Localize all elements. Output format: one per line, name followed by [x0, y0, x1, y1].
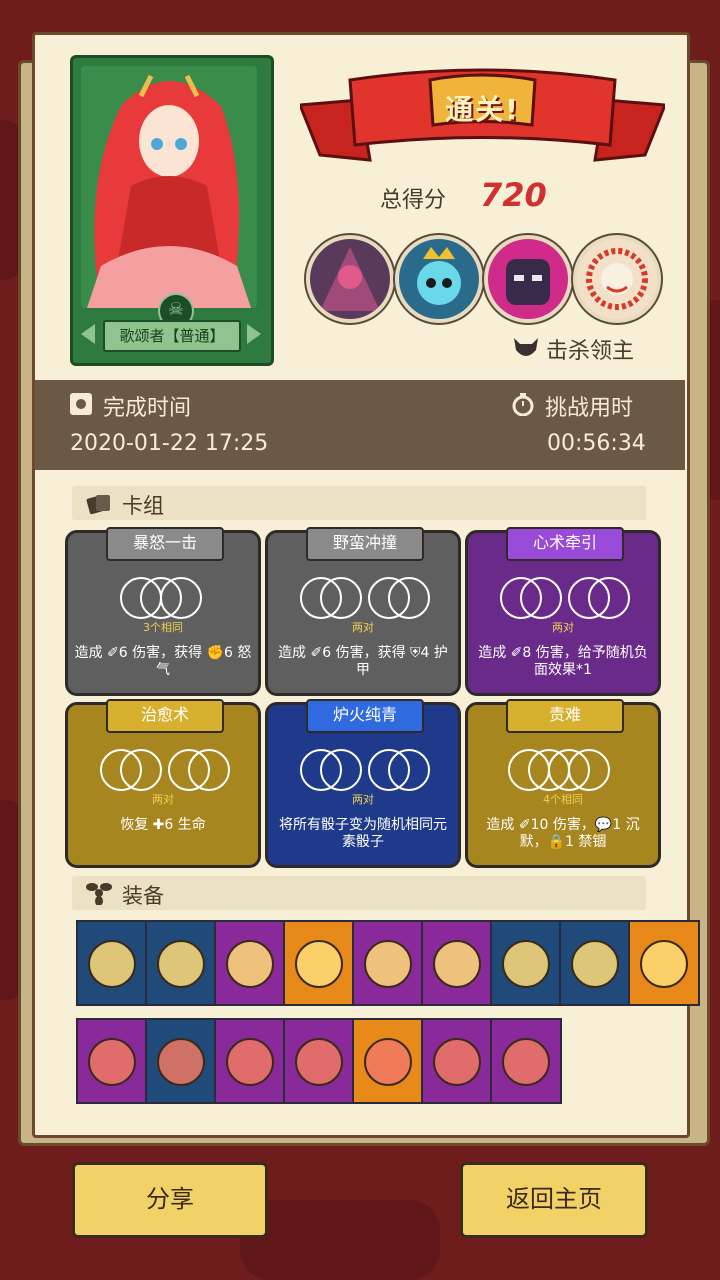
- dice-slot: [588, 577, 630, 619]
- equipment-item[interactable]: [352, 1018, 424, 1104]
- card-title: 治愈术: [106, 699, 224, 733]
- equipment-item[interactable]: [76, 920, 148, 1006]
- hero-card: ☠ 歌颂者【普通】: [70, 55, 274, 366]
- deck-header: 卡组: [72, 486, 646, 520]
- equipment-item[interactable]: [76, 1018, 148, 1104]
- propeller-icon: [86, 883, 112, 905]
- equipment-title: 装备: [122, 884, 164, 908]
- equipment-item[interactable]: [421, 1018, 493, 1104]
- equipment-icon: [226, 940, 274, 988]
- prev-arrow-icon[interactable]: [81, 324, 95, 344]
- deck-card[interactable]: 心术牵引两对造成 ✐8 伤害，给予随机负面效果*1: [465, 527, 661, 696]
- equipment-icon: [433, 940, 481, 988]
- deck-title: 卡组: [122, 494, 164, 518]
- equipment-icon: [640, 940, 688, 988]
- clear-banner: 通关!: [297, 60, 668, 170]
- card-requirement: 两对: [352, 621, 374, 634]
- equipment-icon: [502, 1038, 550, 1086]
- score-label: 总得分: [380, 188, 447, 213]
- duration-value: 00:56:34: [547, 431, 646, 456]
- boss-portrait-4: [573, 235, 661, 323]
- equipment-item[interactable]: [421, 920, 493, 1006]
- boss-portrait-1: [306, 235, 394, 323]
- card-description: 将所有骰子变为随机相同元素骰子: [279, 817, 447, 850]
- card-title: 责难: [506, 699, 624, 733]
- card-description: 造成 ✐6 伤害，获得 ✊6 怒气: [74, 645, 252, 678]
- equipment-header: 装备: [72, 876, 646, 910]
- equipment-item[interactable]: [214, 1018, 286, 1104]
- equipment-item[interactable]: [490, 1018, 562, 1104]
- dice-slot: [520, 577, 562, 619]
- dice-slot: [320, 749, 362, 791]
- dice-slot: [188, 749, 230, 791]
- card-requirement: 4个相同: [543, 793, 583, 806]
- equipment-icon: [364, 940, 412, 988]
- deck-card[interactable]: 治愈术两对恢复 ✚6 生命: [65, 699, 261, 868]
- equipment-icon: [88, 1038, 136, 1086]
- dice-slot: [568, 749, 610, 791]
- share-button[interactable]: 分享: [72, 1162, 268, 1238]
- equipment-icon: [226, 1038, 274, 1086]
- equipment-icon: [157, 1038, 205, 1086]
- next-arrow-icon[interactable]: [247, 324, 261, 344]
- film-icon: [70, 393, 92, 415]
- dice-slot: [120, 749, 162, 791]
- equipment-item[interactable]: [145, 920, 217, 1006]
- card-title: 炉火纯青: [306, 699, 424, 733]
- card-title: 暴怒一击: [106, 527, 224, 561]
- equipment-item[interactable]: [559, 920, 631, 1006]
- equipment-item[interactable]: [352, 920, 424, 1006]
- equipment-item[interactable]: [283, 1018, 355, 1104]
- deck-card[interactable]: 责难 4个相同造成 ✐10 伤害，💬1 沉默，🔒1 禁锢: [465, 699, 661, 868]
- equipment-item[interactable]: [628, 920, 700, 1006]
- clear-title: 通关!: [445, 93, 520, 126]
- hero-name: 歌颂者【普通】: [103, 320, 241, 352]
- deck-card[interactable]: 炉火纯青两对将所有骰子变为随机相同元素骰子: [265, 699, 461, 868]
- card-description: 造成 ✐10 伤害，💬1 沉默，🔒1 禁锢: [486, 817, 640, 850]
- duration-label: 挑战用时: [545, 396, 634, 421]
- boss-portrait-3: [484, 235, 572, 323]
- finish-time-label: 完成时间: [103, 396, 192, 421]
- equipment-item[interactable]: [283, 920, 355, 1006]
- equipment-icon: [433, 1038, 481, 1086]
- finish-time-value: 2020-01-22 17:25: [70, 431, 269, 456]
- time-bar: 完成时间 2020-01-22 17:25 挑战用时 00:56:34: [35, 380, 685, 470]
- equipment-item[interactable]: [145, 1018, 217, 1104]
- dice-slot: [160, 577, 202, 619]
- stopwatch-icon: [512, 393, 534, 416]
- hero-portrait: [81, 66, 257, 308]
- card-title: 心术牵引: [506, 527, 624, 561]
- equipment-icon: [88, 940, 136, 988]
- equipment-icon: [502, 940, 550, 988]
- boss-portrait-2: [395, 235, 483, 323]
- deck-card[interactable]: 野蛮冲撞两对造成 ✐6 伤害，获得 ⛨4 护甲: [265, 527, 461, 696]
- score-value: 720: [480, 176, 547, 214]
- home-button[interactable]: 返回主页: [460, 1162, 648, 1238]
- equipment-icon: [157, 940, 205, 988]
- card-requirement: 两对: [152, 793, 174, 806]
- card-description: 造成 ✐8 伤害，给予随机负面效果*1: [478, 645, 648, 678]
- card-requirement: 3个相同: [143, 621, 183, 634]
- card-requirement: 两对: [352, 793, 374, 806]
- kill-boss-label: 击杀领主: [546, 339, 635, 364]
- card-description: 造成 ✐6 伤害，获得 ⛨4 护甲: [278, 645, 448, 678]
- card-requirement: 两对: [552, 621, 574, 634]
- equipment-item[interactable]: [490, 920, 562, 1006]
- bg-decoration: [240, 1200, 440, 1280]
- equipment-icon: [364, 1038, 412, 1086]
- card-title: 野蛮冲撞: [306, 527, 424, 561]
- demon-skull-icon: [514, 338, 538, 356]
- equipment-icon: [295, 1038, 343, 1086]
- deck-card[interactable]: 暴怒一击 3个相同造成 ✐6 伤害，获得 ✊6 怒气: [65, 527, 261, 696]
- dice-slot: [320, 577, 362, 619]
- equipment-item[interactable]: [214, 920, 286, 1006]
- dice-slot: [388, 577, 430, 619]
- cards-icon: [86, 495, 110, 514]
- equipment-icon: [295, 940, 343, 988]
- dice-slot: [388, 749, 430, 791]
- equipment-icon: [571, 940, 619, 988]
- card-description: 恢复 ✚6 生命: [120, 817, 206, 833]
